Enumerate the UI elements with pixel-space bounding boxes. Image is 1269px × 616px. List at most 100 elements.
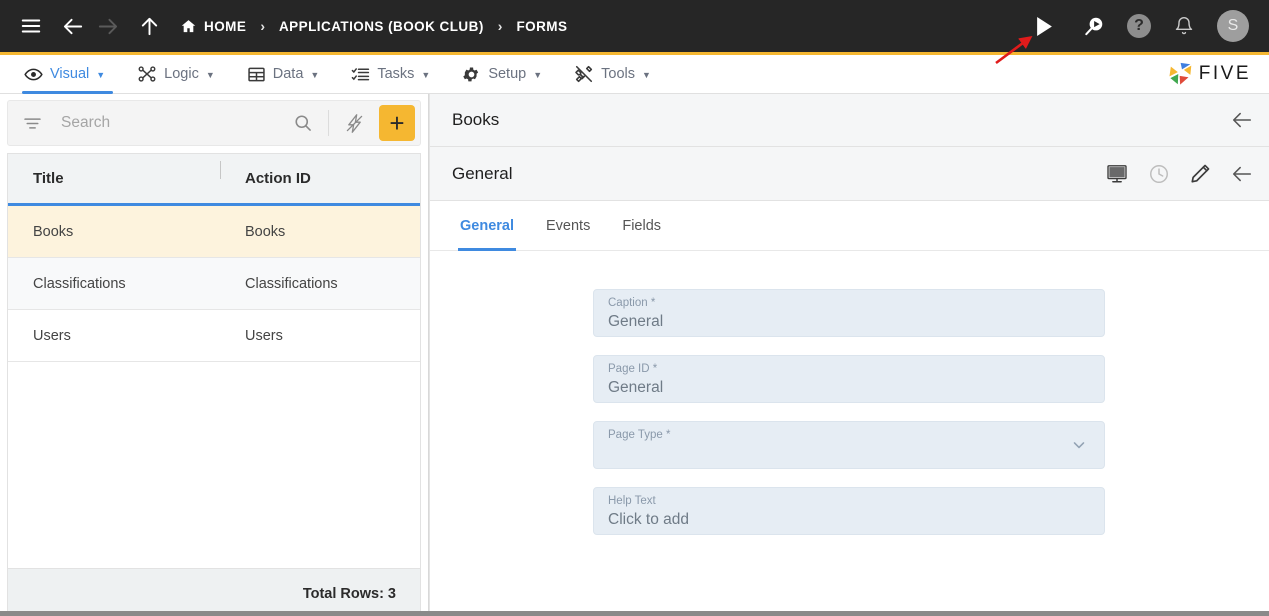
breadcrumb: HOME › APPLICATIONS (BOOK CLUB) › FORMS bbox=[180, 18, 567, 35]
sub-close-back-icon[interactable] bbox=[1231, 163, 1253, 185]
cell-action-id: Classifications bbox=[245, 275, 338, 292]
nav-item-tasks[interactable]: Tasks ▼ bbox=[335, 55, 446, 94]
edit-pencil-icon[interactable] bbox=[1190, 163, 1211, 184]
breadcrumb-separator: › bbox=[260, 18, 265, 34]
table-row[interactable]: Classifications Classifications bbox=[8, 258, 420, 310]
form-area: Caption * General Page ID * General Page… bbox=[430, 251, 1269, 616]
search-input[interactable] bbox=[47, 114, 282, 132]
toolbar-divider bbox=[328, 110, 329, 136]
detail-tabs: General Events Fields bbox=[430, 201, 1269, 251]
nav-label-setup: Setup bbox=[488, 66, 527, 82]
chevron-down-icon[interactable] bbox=[1070, 436, 1088, 459]
nav-item-tools[interactable]: Tools ▼ bbox=[558, 55, 667, 94]
horizontal-scrollbar[interactable] bbox=[0, 611, 1269, 616]
field-value-page-id: General bbox=[608, 379, 664, 396]
top-navigation-bar: HOME › APPLICATIONS (BOOK CLUB) › FORMS bbox=[0, 0, 1269, 52]
chevron-down-icon: ▼ bbox=[205, 70, 215, 80]
search-icon[interactable] bbox=[286, 106, 320, 140]
cell-title: Classifications bbox=[33, 275, 126, 292]
back-arrow-icon[interactable] bbox=[56, 9, 90, 43]
breadcrumb-separator: › bbox=[497, 18, 503, 34]
gear-icon bbox=[462, 65, 481, 84]
field-label-help-text: Help Text bbox=[608, 495, 656, 507]
tools-icon bbox=[574, 64, 594, 84]
module-navigation-bar: Visual ▼ Logic ▼ Data ▼ Tasks ▼ Setup ▼ … bbox=[0, 55, 1269, 94]
home-icon bbox=[180, 18, 197, 35]
cell-action-id: Books bbox=[245, 223, 286, 240]
up-arrow-icon[interactable] bbox=[132, 9, 166, 43]
main-content: + Title Action ID Books Books Classifica… bbox=[0, 94, 1269, 616]
search-run-icon[interactable] bbox=[1077, 9, 1111, 43]
field-label-caption: Caption * bbox=[608, 297, 656, 309]
field-value-help-text: Click to add bbox=[608, 511, 689, 528]
nav-label-visual: Visual bbox=[50, 66, 90, 82]
nav-item-visual[interactable]: Visual ▼ bbox=[8, 55, 121, 94]
nav-item-logic[interactable]: Logic ▼ bbox=[121, 55, 231, 94]
grid-body: Books Books Classifications Classificati… bbox=[8, 206, 420, 568]
table-row[interactable]: Books Books bbox=[8, 206, 420, 258]
grid-footer: Total Rows: 3 bbox=[8, 568, 420, 616]
cell-title: Users bbox=[33, 327, 71, 344]
nav-item-data[interactable]: Data ▼ bbox=[231, 55, 336, 94]
tab-fields[interactable]: Fields bbox=[606, 201, 677, 251]
tab-events[interactable]: Events bbox=[530, 201, 606, 251]
total-rows-label: Total Rows: 3 bbox=[302, 585, 396, 602]
scrollbar-thumb[interactable] bbox=[0, 611, 429, 616]
logic-nodes-icon bbox=[137, 64, 157, 84]
five-logo: FIVE bbox=[1168, 61, 1261, 87]
eye-icon bbox=[24, 65, 43, 84]
grid-header-row: Title Action ID bbox=[8, 153, 420, 206]
filter-icon[interactable] bbox=[22, 113, 43, 134]
table-grid-icon bbox=[247, 65, 266, 84]
avatar[interactable]: S bbox=[1217, 10, 1249, 42]
breadcrumb-item-home[interactable]: HOME bbox=[180, 18, 246, 35]
form-detail-panel: Books General General Events Fields Capt… bbox=[429, 94, 1269, 616]
table-row[interactable]: Users Users bbox=[8, 310, 420, 362]
topbar-actions: ? S bbox=[1027, 9, 1255, 43]
add-form-button[interactable]: + bbox=[379, 105, 415, 141]
field-page-id[interactable]: Page ID * General bbox=[593, 355, 1105, 403]
history-clock-icon[interactable] bbox=[1148, 163, 1170, 185]
chevron-down-icon: ▼ bbox=[310, 70, 320, 80]
chevron-down-icon: ▼ bbox=[96, 70, 106, 80]
nav-label-data: Data bbox=[272, 66, 304, 82]
help-icon[interactable]: ? bbox=[1127, 14, 1151, 38]
tab-general[interactable]: General bbox=[452, 201, 530, 251]
application-window: HOME › APPLICATIONS (BOOK CLUB) › FORMS bbox=[0, 0, 1269, 616]
breadcrumb-item-applications[interactable]: APPLICATIONS (BOOK CLUB) bbox=[279, 19, 484, 34]
chevron-down-icon: ▼ bbox=[642, 70, 651, 80]
cell-action-id: Users bbox=[245, 327, 283, 344]
run-icon[interactable] bbox=[1027, 9, 1061, 43]
sub-page-title: General bbox=[452, 163, 513, 183]
notifications-bell-icon[interactable] bbox=[1167, 9, 1201, 43]
checklist-icon bbox=[351, 65, 370, 84]
tab-label-general: General bbox=[460, 217, 514, 234]
forms-list-panel: + Title Action ID Books Books Classifica… bbox=[0, 94, 429, 616]
hamburger-menu-icon[interactable] bbox=[14, 9, 48, 43]
forward-arrow-icon[interactable] bbox=[90, 9, 124, 43]
column-header-action-id[interactable]: Action ID bbox=[220, 161, 420, 187]
tab-label-fields: Fields bbox=[622, 217, 662, 234]
field-help-text[interactable]: Help Text Click to add bbox=[593, 487, 1105, 535]
field-caption[interactable]: Caption * General bbox=[593, 289, 1105, 337]
lightning-bolt-icon[interactable] bbox=[337, 106, 371, 140]
nav-label-tasks: Tasks bbox=[377, 66, 415, 82]
field-label-page-type: Page Type * bbox=[608, 429, 671, 441]
detail-header-actions bbox=[1231, 109, 1253, 131]
field-page-type[interactable]: Page Type * bbox=[593, 421, 1105, 469]
nav-label-tools: Tools bbox=[601, 66, 635, 82]
chevron-down-icon: ▼ bbox=[533, 70, 543, 80]
form-fields: Caption * General Page ID * General Page… bbox=[593, 289, 1105, 535]
tab-label-events: Events bbox=[546, 217, 591, 234]
breadcrumb-label-applications: APPLICATIONS (BOOK CLUB) bbox=[278, 18, 484, 34]
sub-detail-header-actions bbox=[1106, 163, 1253, 185]
search-bar: + bbox=[7, 100, 421, 146]
five-logo-text: FIVE bbox=[1198, 63, 1251, 84]
nav-item-setup[interactable]: Setup ▼ bbox=[446, 55, 558, 94]
column-header-title[interactable]: Title bbox=[8, 170, 220, 187]
detail-header: Books bbox=[430, 94, 1269, 147]
field-value-caption: General bbox=[608, 313, 664, 330]
close-panel-back-icon[interactable] bbox=[1231, 109, 1253, 131]
breadcrumb-item-forms[interactable]: FORMS bbox=[516, 19, 567, 34]
display-designer-icon[interactable] bbox=[1106, 163, 1128, 185]
